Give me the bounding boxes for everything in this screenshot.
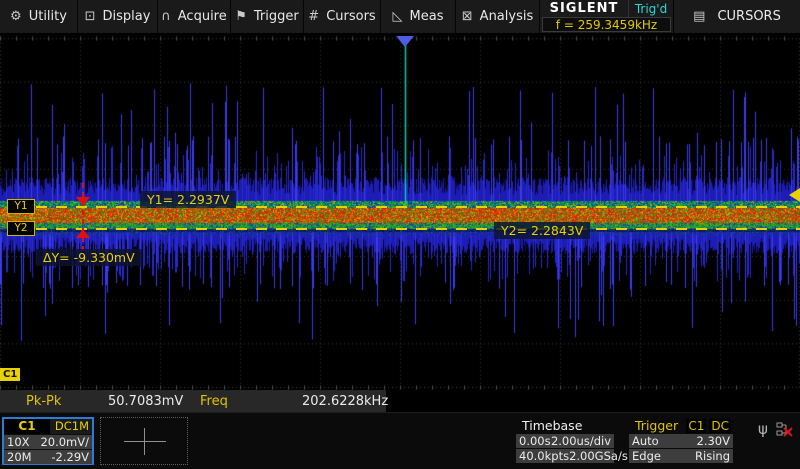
display-icon: ⊡: [85, 10, 96, 23]
cursor-y2-readout: Y2= 2.2843V: [494, 222, 590, 239]
top-menu-bar: ⚙ Utility ⊡ Display ∩ Acquire ⚑ Trigger …: [0, 0, 800, 33]
menu-meas[interactable]: ◺ Meas: [381, 0, 456, 33]
trigger-type: Edge: [632, 449, 661, 463]
menu-display-label: Display: [102, 9, 150, 24]
meas-pkpk-value: 50.7083mV: [108, 394, 200, 409]
menu-acquire-label: Acquire: [178, 9, 227, 24]
trigger-source-chip: C1: [686, 419, 706, 433]
trigger-level: 2.30V: [697, 434, 730, 448]
timebase-memory: 40.0kpts: [519, 449, 569, 463]
channel1-coupling: DC1M: [50, 419, 92, 434]
siglent-logo: SIGLENT: [540, 0, 629, 17]
measurement-strip[interactable]: Pk-Pk 50.7083mV Freq 202.6228kHz: [0, 390, 386, 412]
trigger-descriptor[interactable]: Trigger C1 DC Auto 2.30V Edge Rising: [629, 418, 733, 463]
analysis-icon: ⊠: [462, 10, 473, 23]
trigger-title: Trigger: [635, 418, 678, 433]
cursor-delta-readout: ΔY= -9.330mV: [36, 249, 142, 266]
acquire-icon: ∩: [161, 10, 171, 23]
channel-placeholder-slot[interactable]: [100, 417, 188, 465]
menu-cursors-label: Cursors: [326, 9, 376, 24]
channel1-offset: -2.29V: [51, 450, 89, 464]
meas-freq-value: 202.6228kHz: [302, 394, 386, 409]
channel1-name-chip: C1: [4, 419, 50, 434]
cursor-y1-readout: Y1= 2.2937V: [140, 191, 236, 208]
sidebar-header-label: CURSORS: [717, 9, 780, 24]
menu-display[interactable]: ⊡ Display: [78, 0, 158, 33]
channel1-probe: 10X: [7, 435, 30, 449]
sidebar-header-cursors[interactable]: ▤ CURSORS: [674, 0, 800, 33]
channel1-bandwidth: 20M: [7, 450, 32, 464]
crosshair-icon: [124, 441, 166, 442]
lan-disconnected-icon: [776, 422, 794, 441]
menu-analysis[interactable]: ⊠ Analysis: [456, 0, 540, 33]
trigger-position-marker[interactable]: [396, 36, 414, 47]
cursors-icon: #: [308, 10, 319, 23]
menu-utility-label: Utility: [29, 9, 67, 24]
cursor-up-arrow[interactable]: [76, 229, 90, 238]
cursor-y1-tag[interactable]: Y1: [7, 199, 35, 214]
gear-icon: ⚙: [10, 10, 22, 23]
menu-meas-label: Meas: [410, 9, 444, 24]
timebase-delay: 0.00s: [519, 434, 551, 448]
cursor-active-marker-line: [82, 183, 84, 252]
timebase-scale: 2.00us/div: [551, 434, 611, 448]
crosshair-icon-vertical: [144, 428, 145, 455]
channel1-scale: 20.0mV/: [40, 435, 89, 449]
menu-cursors[interactable]: # Cursors: [304, 0, 381, 33]
bottom-status-bar: C1 DC1M 10X 20.0mV/ 20M -2.29V Timebase …: [0, 412, 800, 469]
oscilloscope-screen: ⚙ Utility ⊡ Display ∩ Acquire ⚑ Trigger …: [0, 0, 800, 469]
usb-icon: ψ: [758, 420, 768, 438]
menu-trigger-label: Trigger: [254, 9, 299, 24]
menu-analysis-label: Analysis: [480, 9, 534, 24]
waveform-area: Y1 Y2 Y1= 2.2937V Y2= 2.2843V ΔY= -9.330…: [0, 33, 800, 390]
timebase-descriptor[interactable]: Timebase 0.00s 2.00us/div 40.0kpts 2.00G…: [516, 418, 614, 463]
waveform-display[interactable]: [0, 33, 800, 390]
cursor-down-arrow[interactable]: [76, 197, 90, 206]
brand-block: SIGLENT Trig'd f = 259.3459kHz: [540, 0, 674, 33]
timebase-samplerate: 2.00GSa/s: [569, 449, 628, 463]
timebase-title: Timebase: [522, 418, 582, 433]
cursor-y2-tag[interactable]: Y2: [7, 221, 35, 236]
trigger-mode: Auto: [632, 434, 659, 448]
menu-trigger[interactable]: ⚑ Trigger: [231, 0, 304, 33]
frequency-counter: f = 259.3459kHz: [542, 17, 671, 32]
trigger-level-arrow[interactable]: [789, 188, 800, 202]
trigger-coupling: DC: [709, 419, 731, 433]
menu-list-icon: ▤: [693, 10, 705, 23]
measurement-row: Pk-Pk 50.7083mV Freq 202.6228kHz: [0, 390, 800, 412]
menu-acquire[interactable]: ∩ Acquire: [158, 0, 231, 33]
trigger-status-badge: Trig'd: [629, 0, 673, 17]
cursor-y2-line[interactable]: [36, 228, 800, 230]
channel1-descriptor[interactable]: C1 DC1M 10X 20.0mV/ 20M -2.29V: [2, 417, 94, 465]
flag-icon: ⚑: [235, 10, 247, 23]
measure-icon: ◺: [393, 10, 403, 23]
meas-freq-label: Freq: [200, 394, 302, 409]
channel-offset-marker[interactable]: C1: [0, 368, 20, 381]
trigger-slope: Rising: [695, 449, 730, 463]
menu-utility[interactable]: ⚙ Utility: [0, 0, 78, 33]
meas-pkpk-label: Pk-Pk: [0, 394, 108, 409]
